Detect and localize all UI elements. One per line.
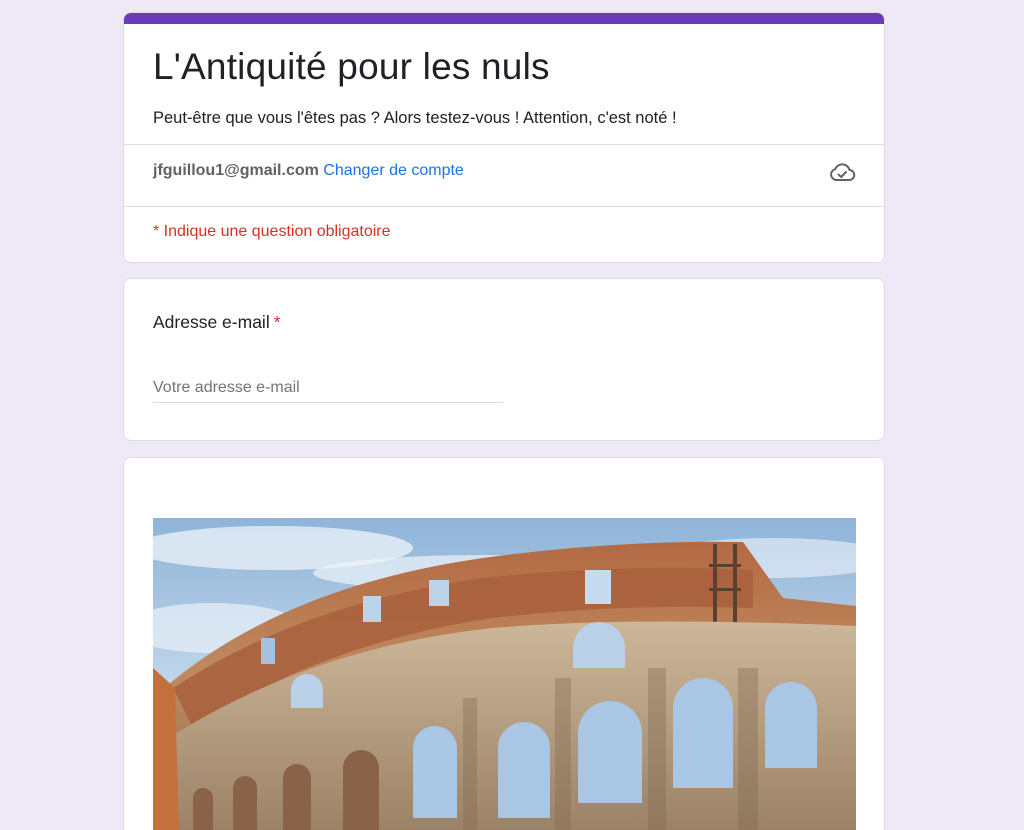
email-question-card: Adresse e-mail * bbox=[123, 278, 885, 441]
colosseum-photo bbox=[153, 518, 856, 830]
theme-color-bar bbox=[124, 13, 884, 24]
question-label: Adresse e-mail bbox=[153, 312, 270, 332]
question-title: Adresse e-mail * bbox=[153, 310, 281, 334]
form-description: Peut-être que vous l'êtes pas ? Alors te… bbox=[153, 109, 677, 127]
required-asterisk: * bbox=[273, 312, 281, 332]
switch-account-link[interactable]: Changer de compte bbox=[323, 162, 464, 179]
account-row: jfguillou1@gmail.com Changer de compte bbox=[153, 160, 464, 182]
image-card bbox=[123, 457, 885, 830]
divider bbox=[124, 144, 884, 145]
cloud-check-icon[interactable] bbox=[828, 161, 856, 185]
email-input[interactable] bbox=[153, 373, 503, 403]
form-header-card: L'Antiquité pour les nuls Peut-être que … bbox=[123, 12, 885, 263]
divider bbox=[124, 206, 884, 207]
required-question-note: * Indique une question obligatoire bbox=[153, 223, 391, 240]
account-email: jfguillou1@gmail.com bbox=[153, 162, 319, 179]
form-title: L'Antiquité pour les nuls bbox=[153, 46, 550, 87]
